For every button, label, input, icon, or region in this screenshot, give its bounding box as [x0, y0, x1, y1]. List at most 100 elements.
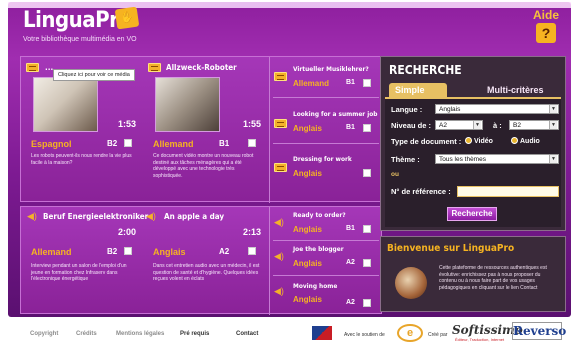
audio-radio-label: Audio [520, 138, 540, 145]
theme-label: Thème : [391, 155, 420, 164]
video-duration: 1:55 [243, 119, 262, 129]
help-label: Aide [532, 8, 559, 22]
audio-title[interactable]: An apple a day [164, 212, 224, 221]
side-audio-level: A2 [346, 259, 355, 266]
side-audio-title[interactable]: Joe the blogger [293, 245, 344, 253]
level-from-value: A2 [439, 122, 447, 129]
help-button[interactable]: Aide ? [533, 8, 559, 43]
side-video-level: B1 [346, 79, 355, 86]
softissimo-subtitle: Éditeur, Traduction, Internet [455, 337, 505, 342]
globe-image [395, 267, 427, 299]
video-radio-label: Vidéo [474, 138, 493, 145]
tab-simple[interactable]: Simple [389, 83, 447, 97]
video-duration: 1:53 [118, 119, 137, 129]
video-icon [274, 119, 287, 128]
footer: Copyright Crédits Mentions légales Pré r… [0, 318, 577, 344]
radio-icon [465, 137, 472, 144]
created-by-text: Créé par [428, 332, 448, 338]
side-audio-title[interactable]: Moving home [293, 282, 337, 290]
side-video-language: Anglais [293, 169, 322, 178]
header: LinguaPro ✋ Votre bibliothèque multimédi… [8, 2, 571, 54]
divider [273, 240, 379, 241]
column-divider [269, 207, 270, 315]
side-audio-title[interactable]: Ready to order? [293, 211, 346, 219]
theme-select[interactable]: Tous les thèmes ▼ [435, 154, 559, 164]
side-video-checkbox[interactable] [363, 79, 371, 87]
help-icon: ? [535, 23, 556, 43]
divider [273, 275, 379, 276]
welcome-text: Cette plateforme de ressources authentiq… [439, 265, 547, 291]
side-video-checkbox[interactable] [363, 169, 371, 177]
footer-link-contact[interactable]: Contact [236, 331, 258, 337]
video-language: Allemand [153, 139, 194, 149]
video-title[interactable]: ... [45, 63, 53, 72]
footer-link-credits[interactable]: Crédits [76, 331, 97, 337]
video-thumbnail[interactable] [155, 77, 220, 132]
level-from-label: Niveau de : [391, 121, 432, 130]
audio-title[interactable]: Beruf Energieelektroniker [43, 212, 148, 221]
document-type-label: Type de document : [391, 137, 462, 146]
video-description: Les robots peuvent-ils nous rendre la vi… [31, 153, 132, 166]
reference-input[interactable] [457, 186, 559, 197]
search-form: Langue : Anglais ▼ Niveau de : A2 ▼ à : … [385, 97, 561, 227]
divider [273, 97, 379, 98]
audios-panel: ◀) Beruf Energieelektroniker 2:00 Allema… [20, 206, 382, 315]
video-select-checkbox[interactable] [248, 139, 256, 147]
support-text: Avec le soutien de [344, 332, 385, 338]
level-to-value: B2 [513, 122, 521, 129]
audio-select-checkbox[interactable] [124, 247, 132, 255]
audio-level: A2 [219, 247, 230, 256]
side-audio-checkbox[interactable] [363, 225, 371, 233]
welcome-title: Bienvenue sur LinguaPro [387, 243, 515, 254]
video-thumbnail[interactable] [33, 77, 98, 132]
divider [273, 143, 379, 144]
search-panel: RECHERCHE Simple Multi-critères Langue :… [380, 56, 566, 231]
partner-e-logo: e [397, 324, 423, 342]
side-audio-level: A2 [346, 299, 355, 306]
speaker-icon: ◀) [274, 286, 284, 296]
tab-multi-criteria[interactable]: Multi-critères [481, 83, 550, 97]
audio-select-checkbox[interactable] [248, 247, 256, 255]
column-divider [269, 57, 270, 203]
audio-radio[interactable]: Audio [511, 137, 540, 145]
radio-icon [511, 137, 518, 144]
video-icon [274, 72, 287, 81]
video-title[interactable]: Allzweck-Roboter [166, 63, 237, 72]
footer-link-legal[interactable]: Mentions légales [116, 331, 164, 337]
level-to-select[interactable]: B2 ▼ [509, 120, 559, 130]
side-video-checkbox[interactable] [363, 124, 371, 132]
reverso-logo[interactable]: Reverso [512, 322, 566, 340]
tagline: Votre bibliothèque multimédia en VO [23, 36, 137, 43]
side-audio-language: Anglais [293, 295, 322, 304]
video-level: B1 [219, 139, 230, 148]
language-label: Langue : [391, 105, 423, 114]
footer-link-prerequisites[interactable]: Pré requis [180, 331, 209, 337]
footer-link-copyright[interactable]: Copyright [30, 331, 58, 337]
search-title: RECHERCHE [389, 63, 462, 77]
side-audio-language: Anglais [293, 225, 322, 234]
audio-level: B2 [107, 247, 118, 256]
audio-duration: 2:00 [118, 227, 137, 237]
language-select[interactable]: Anglais ▼ [435, 104, 559, 114]
side-audio-checkbox[interactable] [363, 259, 371, 267]
side-audio-checkbox[interactable] [363, 299, 371, 307]
level-from-select[interactable]: A2 ▼ [435, 120, 483, 130]
audio-description: Interview pendant un salon de l'emploi d… [31, 263, 127, 282]
chevron-down-icon: ▼ [549, 155, 557, 163]
search-button[interactable]: Recherche [447, 207, 497, 221]
video-radio[interactable]: Vidéo [465, 137, 493, 145]
video-icon [148, 63, 161, 72]
partner-flag-logo [312, 326, 332, 340]
language-select-value: Anglais [439, 106, 461, 113]
audio-language: Allemand [31, 247, 72, 257]
side-video-title[interactable]: Looking for a summer job [293, 110, 377, 118]
side-audio-language: Anglais [293, 259, 322, 268]
welcome-panel: Bienvenue sur LinguaPro Cette plateforme… [380, 236, 566, 312]
side-video-title[interactable]: Virtueller Musiklehrer? [293, 65, 369, 73]
speaker-icon: ◀) [146, 211, 156, 221]
side-video-language: Anglais [293, 124, 322, 133]
speaker-icon: ◀) [274, 217, 284, 227]
audio-language: Anglais [153, 247, 186, 257]
video-select-checkbox[interactable] [124, 139, 132, 147]
side-video-title[interactable]: Dressing for work [293, 155, 352, 163]
